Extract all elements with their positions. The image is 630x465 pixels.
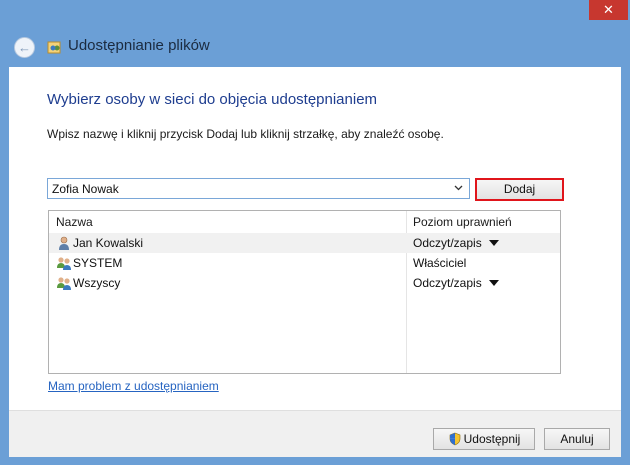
row-name: Wszyscy xyxy=(73,276,121,290)
add-button[interactable]: Dodaj xyxy=(475,178,564,201)
permission-dropdown[interactable]: Odczyt/zapis xyxy=(413,276,499,290)
back-arrow-icon: ← xyxy=(18,40,31,55)
help-link[interactable]: Mam problem z udostępnianiem xyxy=(48,379,219,393)
user-icon xyxy=(59,236,69,250)
person-combobox[interactable]: Zofia Nowak xyxy=(47,178,470,199)
share-button[interactable]: Udostępnij xyxy=(433,428,535,450)
users-group-icon xyxy=(57,277,71,290)
back-button[interactable]: ← xyxy=(14,37,35,58)
users-group-icon xyxy=(57,257,71,270)
dropdown-arrow-icon[interactable] xyxy=(488,240,499,246)
close-button[interactable]: ✕ xyxy=(589,0,628,20)
list-row-jan-kowalski[interactable]: Jan Kowalski Odczyt/zapis xyxy=(49,233,560,253)
instruction-text: Wpisz nazwę i kliknij przycisk Dodaj lub… xyxy=(47,127,444,141)
row-name: SYSTEM xyxy=(73,256,123,270)
dialog-content: Wybierz osoby w sieci do objęcia udostęp… xyxy=(9,67,621,410)
permission-label: Odczyt/zapis xyxy=(413,236,482,250)
dialog-footer: Udostępnij Anuluj xyxy=(9,410,621,457)
column-header-permission[interactable]: Poziom uprawnień xyxy=(413,215,512,229)
permissions-list[interactable]: Nazwa Poziom uprawnień Jan Kowalski Odcz… xyxy=(48,210,561,374)
list-row-system[interactable]: SYSTEM Właściciel xyxy=(49,253,560,273)
window-title: Udostępnianie plików xyxy=(68,37,210,54)
dropdown-arrow-icon[interactable] xyxy=(488,280,499,286)
chevron-down-icon[interactable] xyxy=(454,183,463,192)
cancel-button[interactable]: Anuluj xyxy=(544,428,610,450)
share-button-label: Udostępnij xyxy=(463,432,521,446)
share-dialog-window: ✕ ← Udostępnianie plików Wybierz osoby w… xyxy=(0,0,630,465)
row-name: Jan Kowalski xyxy=(73,236,144,250)
combobox-value: Zofia Nowak xyxy=(52,182,119,196)
page-heading: Wybierz osoby w sieci do objęcia udostęp… xyxy=(47,91,378,108)
title-bar: ← Udostępnianie plików xyxy=(0,28,630,66)
file-sharing-icon xyxy=(47,41,61,54)
permission-dropdown[interactable]: Odczyt/zapis xyxy=(413,236,499,250)
column-header-name[interactable]: Nazwa xyxy=(56,215,93,229)
permission-label: Właściciel xyxy=(413,256,467,270)
uac-shield-icon xyxy=(449,432,460,446)
list-header: Nazwa Poziom uprawnień xyxy=(49,211,560,234)
permission-label: Odczyt/zapis xyxy=(413,276,482,290)
list-row-wszyscy[interactable]: Wszyscy Odczyt/zapis xyxy=(49,273,560,293)
